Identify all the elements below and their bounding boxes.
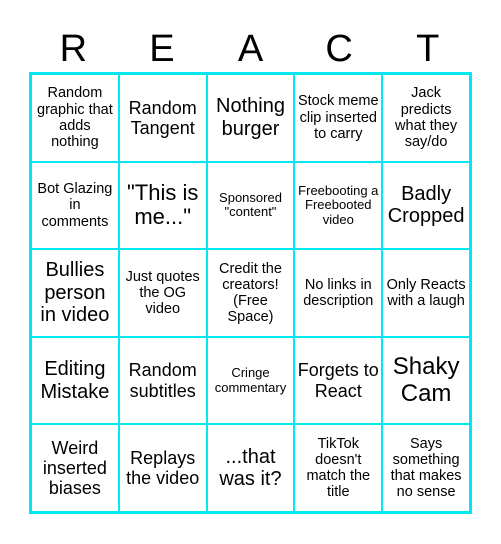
bingo-cell-r3-c3[interactable]: Credit the creators! (Free Space)	[206, 249, 295, 337]
cell-text: Bullies person in video	[40, 259, 110, 327]
cell-text: Forgets to React	[297, 360, 379, 401]
header-letter-t: T	[416, 28, 440, 70]
bingo-cell-r5-c4[interactable]: TikTok doesn't match the title	[294, 424, 383, 512]
header-letter-r: R	[59, 28, 88, 70]
bingo-cell-r4-c4[interactable]: Forgets to React	[294, 336, 383, 425]
cell-text: Sponsored "content"	[219, 189, 282, 220]
cell-text: Random subtitles	[128, 360, 197, 401]
bingo-cell-r2-c1[interactable]: Bot Glazing in comments	[31, 161, 119, 250]
bingo-cell-r3-c1[interactable]: Bullies person in video	[31, 249, 119, 337]
bingo-cell-r1-c3[interactable]: Nothing burger	[206, 74, 295, 162]
header-letter-e: E	[149, 28, 175, 70]
cell-text: Random Tangent	[128, 97, 197, 138]
cell-text: Shaky Cam	[392, 352, 460, 407]
cell-text: Nothing burger	[216, 95, 285, 140]
cell-text: "This is me..."	[127, 179, 199, 230]
header-letter-a: A	[237, 28, 264, 70]
bingo-cell-r4-c3[interactable]: Cringe commentary	[206, 336, 295, 425]
bingo-cell-r4-c5[interactable]: Shaky Cam	[382, 336, 470, 425]
cell-text: Only Reacts with a laugh	[386, 276, 466, 309]
bingo-cell-r5-c3[interactable]: ...that was it?	[206, 424, 295, 512]
bingo-cell-r2-c3[interactable]: Sponsored "content"	[206, 161, 295, 250]
cell-text: Cringe commentary	[214, 365, 287, 395]
cell-text: No links in description	[303, 276, 374, 309]
bingo-header: R E A C T	[29, 26, 472, 72]
cell-text: Replays the video	[126, 448, 200, 489]
cell-text: Badly Cropped	[387, 183, 465, 228]
bingo-cell-r2-c2[interactable]: "This is me..."	[118, 161, 207, 250]
bingo-board: Random graphic that adds nothing Random …	[29, 72, 472, 514]
cell-text: Freebooting a Freebooted video	[298, 182, 379, 227]
bingo-cell-r5-c2[interactable]: Replays the video	[118, 424, 207, 512]
bingo-cell-r1-c1[interactable]: Random graphic that adds nothing	[31, 74, 119, 162]
cell-text: Jack predicts what they say/do	[395, 85, 458, 151]
cell-text: Random graphic that adds nothing	[37, 85, 113, 151]
cell-text: Weird inserted biases	[42, 437, 107, 499]
bingo-cell-r3-c4[interactable]: No links in description	[294, 249, 383, 337]
cell-text: Just quotes the OG video	[125, 268, 200, 318]
cell-text: TikTok doesn't match the title	[306, 435, 371, 501]
bingo-cell-r3-c2[interactable]: Just quotes the OG video	[118, 249, 207, 337]
cell-text: Bot Glazing in comments	[37, 181, 113, 230]
header-letter-c: C	[325, 28, 353, 70]
cell-text: Credit the creators! (Free Space)	[219, 260, 282, 326]
cell-text: Editing Mistake	[40, 358, 110, 403]
bingo-cell-r4-c2[interactable]: Random subtitles	[118, 336, 207, 425]
bingo-cell-r1-c2[interactable]: Random Tangent	[118, 74, 207, 162]
bingo-cell-r5-c1[interactable]: Weird inserted biases	[31, 424, 119, 512]
bingo-cell-r1-c5[interactable]: Jack predicts what they say/do	[382, 74, 470, 162]
cell-text: ...that was it?	[219, 445, 282, 491]
bingo-cell-r2-c5[interactable]: Badly Cropped	[382, 161, 470, 250]
bingo-cell-r1-c4[interactable]: Stock meme clip inserted to carry	[294, 74, 383, 162]
cell-text: Says something that makes no sense	[390, 435, 462, 501]
bingo-cell-r5-c5[interactable]: Says something that makes no sense	[382, 424, 470, 512]
cell-text: Stock meme clip inserted to carry	[297, 93, 379, 142]
bingo-cell-r4-c1[interactable]: Editing Mistake	[31, 336, 119, 425]
bingo-cell-r3-c5[interactable]: Only Reacts with a laugh	[382, 249, 470, 337]
bingo-cell-r2-c4[interactable]: Freebooting a Freebooted video	[294, 161, 383, 250]
